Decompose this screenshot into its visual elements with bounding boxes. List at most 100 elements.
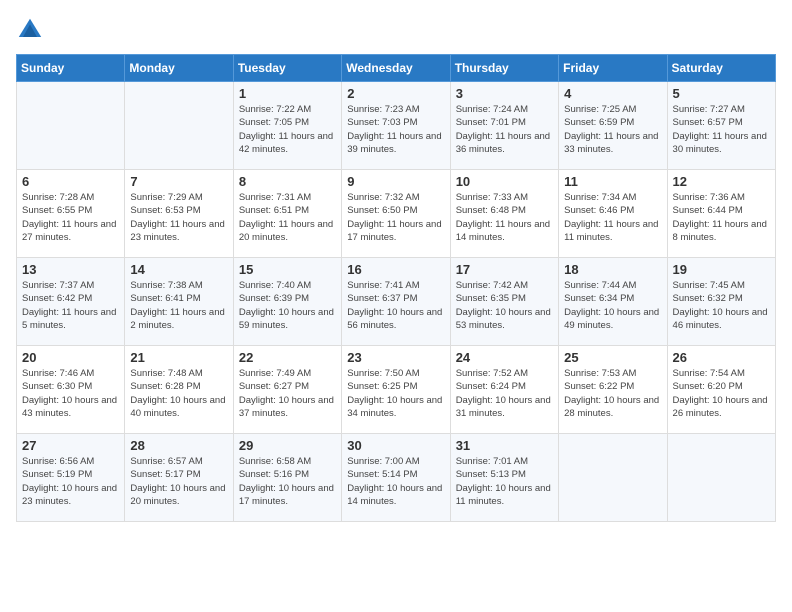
day-info: Sunrise: 7:28 AM Sunset: 6:55 PM Dayligh… [22,191,119,244]
day-info: Sunrise: 6:58 AM Sunset: 5:16 PM Dayligh… [239,455,336,508]
day-number: 5 [673,86,770,101]
day-info: Sunrise: 7:40 AM Sunset: 6:39 PM Dayligh… [239,279,336,332]
col-header-sunday: Sunday [17,55,125,82]
calendar-cell: 25 Sunrise: 7:53 AM Sunset: 6:22 PM Dayli… [559,346,667,434]
calendar-cell: 30 Sunrise: 7:00 AM Sunset: 5:14 PM Dayli… [342,434,450,522]
calendar-cell: 8Sunrise: 7:31 AM Sunset: 6:51 PM Daylig… [233,170,341,258]
calendar-cell: 22 Sunrise: 7:49 AM Sunset: 6:27 PM Dayli… [233,346,341,434]
calendar-cell: 21Sunrise: 7:48 AM Sunset: 6:28 PM Dayli… [125,346,233,434]
col-header-monday: Monday [125,55,233,82]
day-number: 27 [22,438,119,453]
day-info: Sunrise: 7:01 AM Sunset: 5:13 PM Dayligh… [456,455,553,508]
col-header-saturday: Saturday [667,55,775,82]
calendar-cell: 4 Sunrise: 7:25 AM Sunset: 6:59 PM Daylig… [559,82,667,170]
day-number: 1 [239,86,336,101]
day-number: 6 [22,174,119,189]
calendar-cell: 13 Sunrise: 7:37 AM Sunset: 6:42 PM Dayli… [17,258,125,346]
day-number: 9 [347,174,444,189]
day-number: 22 [239,350,336,365]
day-info: Sunrise: 7:49 AM Sunset: 6:27 PM Dayligh… [239,367,336,420]
calendar-week-row: 13 Sunrise: 7:37 AM Sunset: 6:42 PM Dayli… [17,258,776,346]
day-number: 4 [564,86,661,101]
day-info: Sunrise: 7:29 AM Sunset: 6:53 PM Dayligh… [130,191,227,244]
day-info: Sunrise: 7:24 AM Sunset: 7:01 PM Dayligh… [456,103,553,156]
calendar-cell: 11 Sunrise: 7:34 AM Sunset: 6:46 PM Dayli… [559,170,667,258]
day-number: 13 [22,262,119,277]
day-info: Sunrise: 7:34 AM Sunset: 6:46 PM Dayligh… [564,191,661,244]
calendar-week-row: 27 Sunrise: 6:56 AM Sunset: 5:19 PM Dayli… [17,434,776,522]
calendar-week-row: 20Sunrise: 7:46 AM Sunset: 6:30 PM Dayli… [17,346,776,434]
calendar-cell: 6 Sunrise: 7:28 AM Sunset: 6:55 PM Daylig… [17,170,125,258]
day-number: 19 [673,262,770,277]
day-info: Sunrise: 7:00 AM Sunset: 5:14 PM Dayligh… [347,455,444,508]
day-number: 17 [456,262,553,277]
day-number: 11 [564,174,661,189]
day-info: Sunrise: 7:48 AM Sunset: 6:28 PM Dayligh… [130,367,227,420]
calendar-cell [667,434,775,522]
calendar-cell: 16 Sunrise: 7:41 AM Sunset: 6:37 PM Dayli… [342,258,450,346]
col-header-thursday: Thursday [450,55,558,82]
day-info: Sunrise: 7:38 AM Sunset: 6:41 PM Dayligh… [130,279,227,332]
calendar-cell: 12 Sunrise: 7:36 AM Sunset: 6:44 PM Dayli… [667,170,775,258]
day-number: 28 [130,438,227,453]
day-info: Sunrise: 7:42 AM Sunset: 6:35 PM Dayligh… [456,279,553,332]
logo [16,16,48,44]
col-header-friday: Friday [559,55,667,82]
calendar-table: SundayMondayTuesdayWednesdayThursdayFrid… [16,54,776,522]
calendar-cell: 3 Sunrise: 7:24 AM Sunset: 7:01 PM Daylig… [450,82,558,170]
day-info: Sunrise: 7:45 AM Sunset: 6:32 PM Dayligh… [673,279,770,332]
calendar-cell [125,82,233,170]
calendar-cell [559,434,667,522]
calendar-cell: 15 Sunrise: 7:40 AM Sunset: 6:39 PM Dayli… [233,258,341,346]
day-info: Sunrise: 6:56 AM Sunset: 5:19 PM Dayligh… [22,455,119,508]
calendar-header-row: SundayMondayTuesdayWednesdayThursdayFrid… [17,55,776,82]
day-number: 2 [347,86,444,101]
day-info: Sunrise: 7:27 AM Sunset: 6:57 PM Dayligh… [673,103,770,156]
day-info: Sunrise: 7:33 AM Sunset: 6:48 PM Dayligh… [456,191,553,244]
day-info: Sunrise: 7:22 AM Sunset: 7:05 PM Dayligh… [239,103,336,156]
calendar-cell: 24 Sunrise: 7:52 AM Sunset: 6:24 PM Dayli… [450,346,558,434]
col-header-wednesday: Wednesday [342,55,450,82]
day-number: 14 [130,262,227,277]
day-info: Sunrise: 7:50 AM Sunset: 6:25 PM Dayligh… [347,367,444,420]
day-number: 20 [22,350,119,365]
day-info: Sunrise: 7:41 AM Sunset: 6:37 PM Dayligh… [347,279,444,332]
day-number: 30 [347,438,444,453]
calendar-cell [17,82,125,170]
calendar-cell: 2 Sunrise: 7:23 AM Sunset: 7:03 PM Daylig… [342,82,450,170]
day-number: 18 [564,262,661,277]
calendar-cell: 19 Sunrise: 7:45 AM Sunset: 6:32 PM Dayli… [667,258,775,346]
calendar-week-row: 6 Sunrise: 7:28 AM Sunset: 6:55 PM Daylig… [17,170,776,258]
day-number: 31 [456,438,553,453]
calendar-cell: 9 Sunrise: 7:32 AM Sunset: 6:50 PM Daylig… [342,170,450,258]
day-number: 7 [130,174,227,189]
calendar-cell: 28 Sunrise: 6:57 AM Sunset: 5:17 PM Dayli… [125,434,233,522]
day-number: 25 [564,350,661,365]
day-number: 23 [347,350,444,365]
calendar-cell: 27 Sunrise: 6:56 AM Sunset: 5:19 PM Dayli… [17,434,125,522]
day-number: 24 [456,350,553,365]
calendar-cell: 18 Sunrise: 7:44 AM Sunset: 6:34 PM Dayli… [559,258,667,346]
day-info: Sunrise: 7:52 AM Sunset: 6:24 PM Dayligh… [456,367,553,420]
day-number: 16 [347,262,444,277]
calendar-cell: 29 Sunrise: 6:58 AM Sunset: 5:16 PM Dayli… [233,434,341,522]
calendar-cell: 1 Sunrise: 7:22 AM Sunset: 7:05 PM Daylig… [233,82,341,170]
calendar-cell: 5 Sunrise: 7:27 AM Sunset: 6:57 PM Daylig… [667,82,775,170]
day-number: 29 [239,438,336,453]
day-info: Sunrise: 7:37 AM Sunset: 6:42 PM Dayligh… [22,279,119,332]
day-info: Sunrise: 7:54 AM Sunset: 6:20 PM Dayligh… [673,367,770,420]
calendar-cell: 26Sunrise: 7:54 AM Sunset: 6:20 PM Dayli… [667,346,775,434]
day-number: 3 [456,86,553,101]
day-info: Sunrise: 7:36 AM Sunset: 6:44 PM Dayligh… [673,191,770,244]
day-number: 12 [673,174,770,189]
day-info: Sunrise: 7:32 AM Sunset: 6:50 PM Dayligh… [347,191,444,244]
calendar-cell: 23 Sunrise: 7:50 AM Sunset: 6:25 PM Dayli… [342,346,450,434]
calendar-cell: 7 Sunrise: 7:29 AM Sunset: 6:53 PM Daylig… [125,170,233,258]
day-info: Sunrise: 7:25 AM Sunset: 6:59 PM Dayligh… [564,103,661,156]
day-number: 15 [239,262,336,277]
day-info: Sunrise: 6:57 AM Sunset: 5:17 PM Dayligh… [130,455,227,508]
day-info: Sunrise: 7:31 AM Sunset: 6:51 PM Dayligh… [239,191,336,244]
day-info: Sunrise: 7:44 AM Sunset: 6:34 PM Dayligh… [564,279,661,332]
day-info: Sunrise: 7:53 AM Sunset: 6:22 PM Dayligh… [564,367,661,420]
day-info: Sunrise: 7:23 AM Sunset: 7:03 PM Dayligh… [347,103,444,156]
